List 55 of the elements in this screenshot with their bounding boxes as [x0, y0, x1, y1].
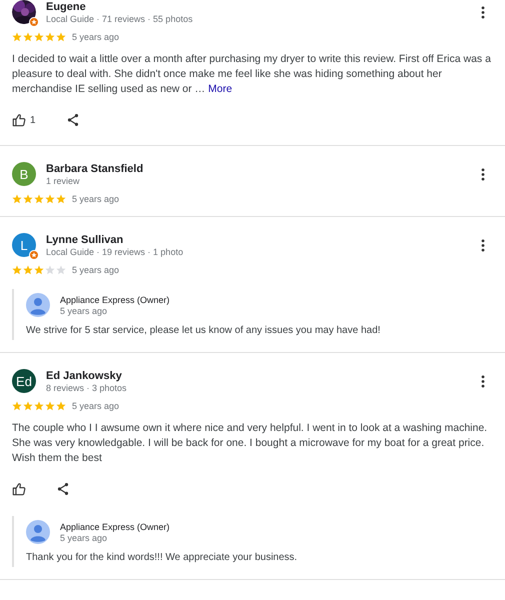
reviewer-stats: 1 review: [46, 176, 81, 186]
star-icon: [23, 265, 33, 275]
owner-name: Appliance Express (Owner): [60, 522, 171, 532]
star-icon: [34, 194, 44, 204]
reviewer-name[interactable]: Barbara Stansfield: [46, 162, 471, 174]
star-icon: [12, 401, 22, 411]
reviewer-stats: Local Guide · 71 reviews · 55 photos: [46, 14, 194, 24]
reviewer-stats: Local Guide · 19 reviews · 1 photo: [46, 246, 184, 256]
owner-response-text: Thank you for the kind words!!! We appreciate your business.: [26, 552, 298, 563]
star-icon: [23, 401, 33, 411]
star-icon: [23, 32, 33, 42]
star-icon: [23, 194, 33, 204]
review-date: 5 years ago: [72, 401, 120, 411]
reviewer-name[interactable]: Ed Jankowsky: [46, 370, 471, 382]
user-avatar: Ed: [12, 369, 36, 393]
star-icon: [56, 194, 66, 204]
review-date: 5 years ago: [72, 32, 120, 42]
user-avatar: L: [12, 233, 36, 257]
share-icon[interactable]: [56, 482, 70, 496]
reviewer-stats: 8 reviews · 3 photos: [46, 382, 128, 392]
thumbs-up-icon[interactable]: [12, 113, 26, 127]
star-icon: [12, 194, 22, 204]
thumbs-up-icon[interactable]: [12, 482, 26, 496]
more-link[interactable]: More: [208, 83, 232, 95]
star-icon: [56, 265, 66, 275]
star-icon: [12, 265, 22, 275]
star-icon: [45, 401, 55, 411]
star-icon: [45, 32, 55, 42]
reviewer-name[interactable]: Lynne Sullivan: [46, 234, 471, 246]
star-icon: [56, 32, 66, 42]
star-icon: [56, 401, 66, 411]
owner-response-text: We strive for 5 star service, please let us know of any issues you may have had!: [26, 325, 382, 336]
star-icon: [12, 32, 22, 42]
star-icon: [45, 265, 55, 275]
response-date: 5 years ago: [60, 532, 108, 542]
more-options-icon[interactable]: [481, 374, 485, 388]
review-date: 5 years ago: [72, 265, 120, 275]
review-text: The couple who I I awsume own it where nice and very helpful. I went in to look at a washing machine. She was very knowledgable. I will be back for one. I bought a microwave for my boat for a great price. Wish them the best: [12, 421, 488, 466]
star-icon: [45, 194, 55, 204]
reviewer-name[interactable]: Eugene: [46, 0, 471, 12]
owner-avatar-icon: [26, 293, 50, 317]
more-options-icon[interactable]: [481, 238, 485, 252]
star-icon: [34, 32, 44, 42]
review-text: I decided to wait a little over a month after purchasing my dryer to write this review. First off Erica was a pleasure to deal with. She didn't once make me feel like she was hiding something about her merchandise IE selling used as new or … More: [12, 52, 492, 97]
user-avatar: B: [12, 162, 36, 186]
more-options-icon[interactable]: [481, 168, 485, 180]
share-icon[interactable]: [66, 113, 80, 127]
response-date: 5 years ago: [60, 306, 108, 316]
star-icon: [34, 401, 44, 411]
owner-avatar-icon: [26, 520, 50, 544]
like-count: 1: [30, 114, 36, 126]
star-icon: [34, 265, 44, 275]
review-date: 5 years ago: [72, 194, 120, 204]
owner-name: Appliance Express (Owner): [60, 294, 171, 304]
more-options-icon[interactable]: [481, 6, 485, 18]
